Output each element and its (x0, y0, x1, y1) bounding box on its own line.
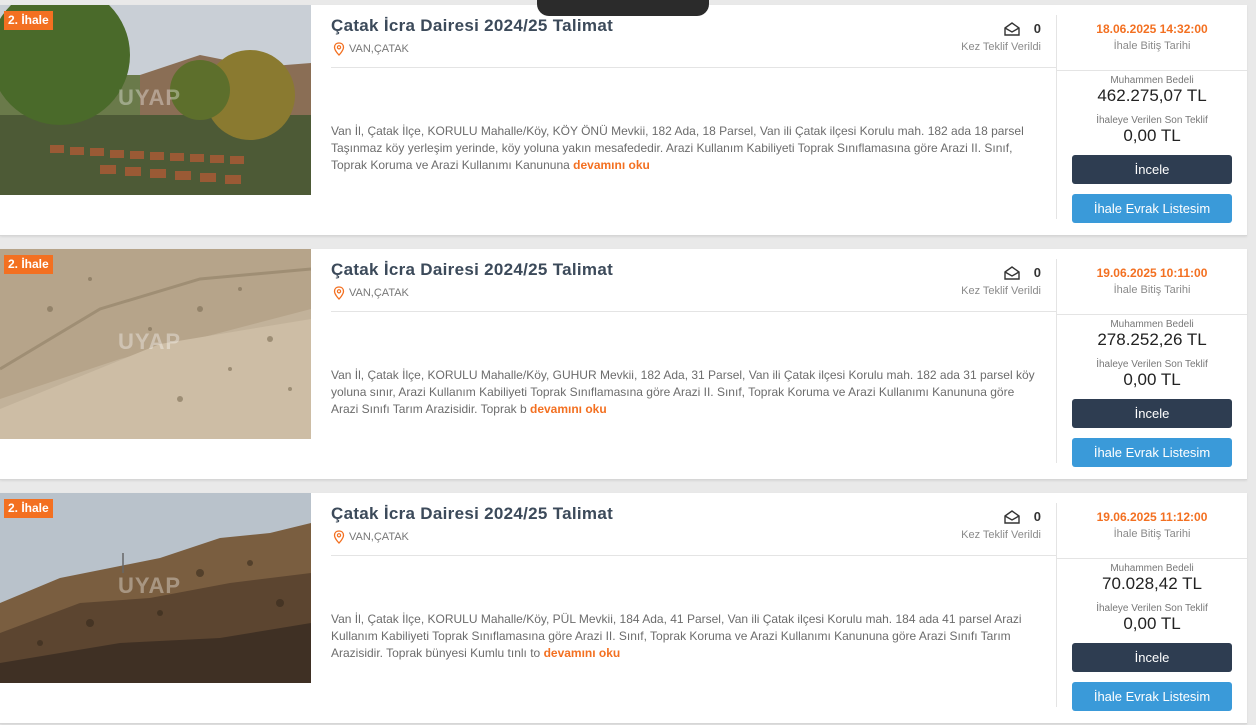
offer-count-label: Kez Teklif Verildi (961, 529, 1041, 541)
last-offer-label: İhaleye Verilen Son Teklif (1096, 603, 1208, 614)
uyap-watermark: UYAP (118, 573, 182, 598)
listing-location: VAN,ÇATAK (333, 42, 409, 56)
listing-description: Van İl, Çatak İlçe, KORULU Mahalle/Köy, … (331, 611, 1035, 662)
offer-count: 0 (1033, 265, 1041, 280)
description-text: Van İl, Çatak İlçe, KORULU Mahalle/Köy, … (331, 368, 1035, 416)
auction-round-badge: 2. İhale (4, 11, 53, 30)
last-offer-value: 0,00 TL (1123, 614, 1181, 633)
offer-count-block: 0 Kez Teklif Verildi (961, 21, 1041, 53)
listing-description: Van İl, Çatak İlçe, KORULU Mahalle/Köy, … (331, 123, 1035, 174)
auction-round-badge: 2. İhale (4, 255, 53, 274)
listing-location: VAN,ÇATAK (333, 530, 409, 544)
auction-end-date-label: İhale Bitiş Tarihi (1113, 40, 1191, 52)
listing-photo[interactable]: 2. İhale UYAP (0, 5, 311, 195)
inspect-button[interactable]: İncele (1072, 155, 1232, 184)
location-pin-icon (333, 286, 345, 300)
estimated-value: 462.275,07 TL (1097, 86, 1207, 105)
auction-end-date-label: İhale Bitiş Tarihi (1113, 528, 1191, 540)
offer-count-label: Kez Teklif Verildi (961, 41, 1041, 53)
listing-price-panel: 19.06.2025 10:11:00 İhale Bitiş Tarihi M… (1057, 249, 1247, 479)
envelope-icon (1004, 509, 1020, 524)
auction-end-date-label: İhale Bitiş Tarihi (1113, 284, 1191, 296)
location-text: VAN,ÇATAK (349, 531, 409, 543)
listing-price-panel: 18.06.2025 14:32:00 İhale Bitiş Tarihi M… (1057, 5, 1247, 235)
auction-round-badge: 2. İhale (4, 499, 53, 518)
offer-count: 0 (1033, 509, 1041, 524)
auction-end-date: 19.06.2025 11:12:00 (1096, 510, 1208, 524)
listing-photo[interactable]: 2. İhale UYAP (0, 493, 311, 683)
estimated-value: 70.028,42 TL (1102, 574, 1202, 593)
estimated-value-label: Muhammen Bedeli (1110, 319, 1194, 330)
divider (331, 555, 1056, 556)
listing-photo[interactable]: 2. İhale UYAP (0, 249, 311, 439)
inspect-button[interactable]: İncele (1072, 643, 1232, 672)
auction-end-date: 19.06.2025 10:11:00 (1096, 266, 1208, 280)
read-more-link[interactable]: devamını oku (573, 158, 650, 172)
auction-listing-card: 2. İhale UYAP Çatak İcra Dairesi 2024/25… (0, 493, 1247, 724)
offer-count: 0 (1033, 21, 1041, 36)
top-tooltip-tab (537, 0, 709, 16)
listing-title[interactable]: Çatak İcra Dairesi 2024/25 Talimat (331, 260, 613, 280)
auction-listing-card: 2. İhale UYAP Çatak İcra Dairesi 2024/25… (0, 5, 1247, 236)
listing-title[interactable]: Çatak İcra Dairesi 2024/25 Talimat (331, 504, 613, 524)
envelope-icon (1004, 21, 1020, 36)
listing-title[interactable]: Çatak İcra Dairesi 2024/25 Talimat (331, 16, 613, 36)
estimated-value: 278.252,26 TL (1097, 330, 1207, 349)
estimated-value-label: Muhammen Bedeli (1110, 563, 1194, 574)
envelope-icon (1004, 265, 1020, 280)
offer-count-label: Kez Teklif Verildi (961, 285, 1041, 297)
offer-count-block: 0 Kez Teklif Verildi (961, 265, 1041, 297)
divider (331, 67, 1056, 68)
auction-end-date: 18.06.2025 14:32:00 (1096, 22, 1208, 36)
last-offer-label: İhaleye Verilen Son Teklif (1096, 115, 1208, 126)
location-text: VAN,ÇATAK (349, 43, 409, 55)
auction-documents-button[interactable]: İhale Evrak Listesim (1072, 194, 1232, 223)
listing-price-panel: 19.06.2025 11:12:00 İhale Bitiş Tarihi M… (1057, 493, 1247, 723)
location-pin-icon (333, 42, 345, 56)
last-offer-value: 0,00 TL (1123, 126, 1181, 145)
location-pin-icon (333, 530, 345, 544)
description-text: Van İl, Çatak İlçe, KORULU Mahalle/Köy, … (331, 612, 1022, 660)
read-more-link[interactable]: devamını oku (530, 402, 607, 416)
uyap-watermark: UYAP (118, 85, 182, 110)
location-text: VAN,ÇATAK (349, 287, 409, 299)
uyap-watermark: UYAP (118, 329, 182, 354)
description-text: Van İl, Çatak İlçe, KORULU Mahalle/Köy, … (331, 124, 1024, 172)
divider (331, 311, 1056, 312)
estimated-value-label: Muhammen Bedeli (1110, 75, 1194, 86)
auction-documents-button[interactable]: İhale Evrak Listesim (1072, 438, 1232, 467)
read-more-link[interactable]: devamını oku (544, 646, 621, 660)
last-offer-label: İhaleye Verilen Son Teklif (1096, 359, 1208, 370)
offer-count-block: 0 Kez Teklif Verildi (961, 509, 1041, 541)
auction-documents-button[interactable]: İhale Evrak Listesim (1072, 682, 1232, 711)
last-offer-value: 0,00 TL (1123, 370, 1181, 389)
listing-location: VAN,ÇATAK (333, 286, 409, 300)
inspect-button[interactable]: İncele (1072, 399, 1232, 428)
auction-listing-card: 2. İhale UYAP Çatak İcra Dairesi 2024/25… (0, 249, 1247, 480)
listing-description: Van İl, Çatak İlçe, KORULU Mahalle/Köy, … (331, 367, 1035, 418)
